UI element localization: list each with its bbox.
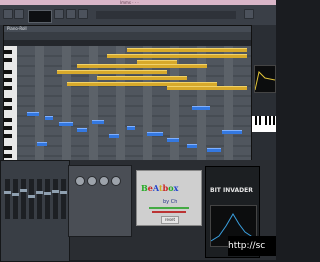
range-knob[interactable] (111, 176, 121, 186)
note[interactable] (97, 76, 187, 80)
mixer-fader[interactable] (4, 179, 11, 219)
master-volume-knob[interactable] (244, 9, 254, 19)
beatbox-info-line (152, 211, 186, 213)
pitch-knob[interactable] (99, 176, 109, 186)
note[interactable] (167, 138, 179, 142)
open-project-button[interactable] (14, 9, 24, 19)
mini-keyboard[interactable] (252, 116, 276, 132)
note[interactable] (37, 142, 47, 146)
note[interactable] (207, 148, 221, 152)
beatbox-author: by Ch (163, 199, 178, 205)
mixer-fader[interactable] (20, 179, 27, 219)
note[interactable] (57, 70, 167, 74)
note[interactable] (127, 48, 247, 52)
url-overlay: http://sc (228, 236, 276, 256)
note[interactable] (167, 86, 247, 90)
note[interactable] (147, 132, 163, 136)
beatbox-reset-button[interactable]: reset (161, 216, 179, 224)
piano-keys[interactable] (4, 46, 17, 160)
volume-knob[interactable] (75, 176, 85, 186)
mixer-fader[interactable] (60, 179, 67, 219)
note[interactable] (77, 64, 207, 68)
beatbox-info-line (149, 207, 189, 209)
note[interactable] (92, 120, 104, 124)
note[interactable] (107, 54, 247, 58)
fx-mixer (0, 160, 70, 262)
note[interactable] (187, 144, 197, 148)
window-buttons-strip (96, 11, 236, 19)
mixer-fader[interactable] (52, 179, 59, 219)
export-button[interactable] (66, 9, 76, 19)
beatbox-title: BeAtbox (141, 183, 179, 193)
piano-roll-toolbar (4, 32, 251, 40)
main-toolbar (0, 5, 276, 26)
mixer-fader[interactable] (44, 179, 51, 219)
envelope-display (254, 65, 276, 93)
mixer-fader[interactable] (28, 179, 35, 219)
note[interactable] (59, 122, 73, 126)
note-grid[interactable] (17, 46, 251, 160)
piano-keys-svg (4, 50, 12, 158)
note[interactable] (27, 112, 39, 116)
tempo-lcd[interactable] (28, 10, 52, 23)
pan-knob[interactable] (87, 176, 97, 186)
note[interactable] (222, 130, 242, 134)
save-button[interactable] (54, 9, 64, 19)
envelope-graph (254, 71, 276, 91)
beatbox-plugin: BeAtbox by Ch reset (136, 170, 202, 226)
instrument-track-window (68, 165, 132, 237)
bitinvader-title: BIT INVADER (210, 187, 253, 194)
mixer-fader[interactable] (12, 179, 19, 219)
undo-button[interactable] (78, 9, 88, 19)
note[interactable] (77, 128, 87, 132)
piano-roll-window: Piano-Roll (3, 25, 252, 161)
new-project-button[interactable] (3, 9, 13, 19)
note[interactable] (192, 106, 210, 110)
note[interactable] (109, 134, 119, 138)
mixer-fader[interactable] (36, 179, 43, 219)
note[interactable] (127, 126, 135, 130)
note[interactable] (45, 116, 53, 120)
